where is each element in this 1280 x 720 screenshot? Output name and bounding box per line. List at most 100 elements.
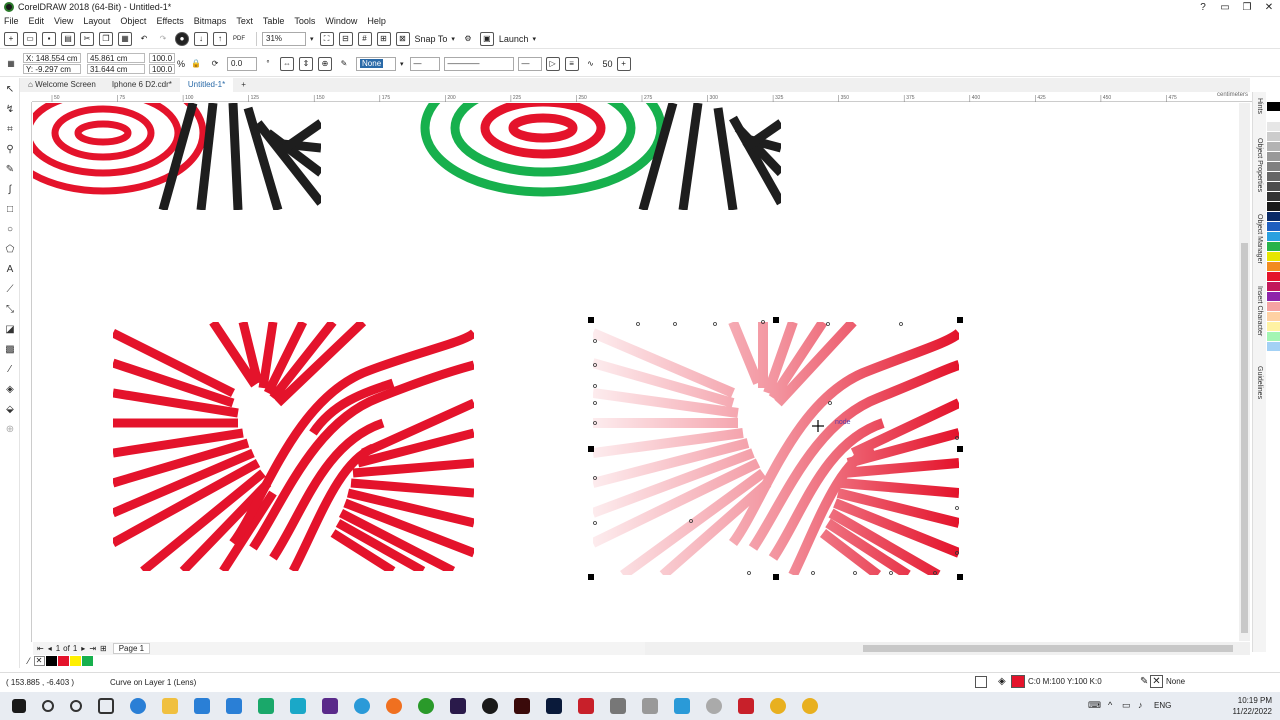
shape-tool-icon[interactable]: ↯: [3, 102, 17, 116]
gear-icon[interactable]: ⚙: [461, 32, 475, 46]
color-proofing-icon[interactable]: [975, 676, 987, 688]
y-position-field[interactable]: Y: -9.297 cm: [23, 64, 81, 74]
freehand-tool-icon[interactable]: ✎: [3, 162, 17, 176]
firefox-icon[interactable]: [386, 698, 402, 714]
acrobat-icon[interactable]: [578, 698, 594, 714]
snap-icon[interactable]: ⊠: [395, 31, 410, 46]
menu-edit[interactable]: Edit: [29, 16, 45, 26]
previous-page-icon[interactable]: ◂: [48, 644, 52, 653]
eyedropper-icon[interactable]: ⁄: [28, 656, 30, 666]
illustrator-icon[interactable]: [514, 698, 530, 714]
palette-swatch[interactable]: [1267, 332, 1280, 342]
pick-tool-icon[interactable]: ↖: [3, 82, 17, 96]
add-tool-icon[interactable]: ⊕: [3, 422, 17, 436]
chevron-up-icon[interactable]: ^: [1108, 700, 1112, 710]
wrap-text-icon[interactable]: ≡: [564, 56, 579, 71]
pdf-icon[interactable]: PDF: [232, 32, 246, 46]
premiere-icon[interactable]: [450, 698, 466, 714]
mirror-horizontal-icon[interactable]: ⇔: [280, 56, 295, 71]
artistic-media-icon[interactable]: ∫: [3, 182, 17, 196]
copy-icon[interactable]: ❐: [99, 31, 113, 46]
drop-shadow-icon[interactable]: ◪: [3, 322, 17, 336]
horizontal-ruler[interactable]: 50 75 100 125 150 175 200 225 250 275 300 325 350 375…: [32, 92, 1252, 102]
drawing-canvas[interactable]: node: [33, 103, 1239, 641]
minimize-button[interactable]: ▭: [1214, 0, 1236, 14]
edge-icon[interactable]: [130, 698, 146, 714]
pen-icon[interactable]: ✎: [337, 57, 351, 71]
palette-swatch[interactable]: [1267, 222, 1280, 232]
palette-swatch[interactable]: [1267, 262, 1280, 272]
tab-untitled[interactable]: Untitled-1*: [179, 78, 234, 92]
palette-swatch[interactable]: [1267, 202, 1280, 212]
palette-swatch[interactable]: [1267, 252, 1280, 262]
document-palette-swatch[interactable]: [69, 656, 81, 666]
app-green-icon[interactable]: [258, 698, 274, 714]
app-paper-icon[interactable]: [642, 698, 658, 714]
parallel-dimension-icon[interactable]: ⟋: [3, 282, 17, 296]
horizontal-scrollbar[interactable]: [645, 642, 1250, 655]
no-color-swatch[interactable]: ✕: [33, 656, 45, 666]
zoom-tool-icon[interactable]: ⚲: [3, 142, 17, 156]
fill-color-swatch[interactable]: [1011, 675, 1025, 688]
smart-fill-icon[interactable]: ⬙: [3, 402, 17, 416]
launch-icon[interactable]: ▣: [479, 31, 494, 46]
palette-swatch[interactable]: [1267, 272, 1280, 282]
zoom-level-combo[interactable]: 31%: [262, 31, 306, 46]
add-node-icon[interactable]: ⊕: [318, 56, 333, 71]
help-button[interactable]: ?: [1192, 0, 1214, 14]
file-explorer-icon[interactable]: [162, 698, 178, 714]
menu-layout[interactable]: Layout: [83, 16, 110, 26]
app-gray-icon[interactable]: [610, 698, 626, 714]
palette-swatch[interactable]: [1267, 92, 1280, 102]
add-page-icon[interactable]: ⊞: [100, 644, 107, 653]
show-guidelines-icon[interactable]: ⊞: [376, 31, 391, 46]
save-icon[interactable]: ▪: [42, 31, 56, 46]
app-arrow-icon[interactable]: [290, 698, 306, 714]
close-curve-icon[interactable]: ▷: [545, 56, 560, 71]
menu-view[interactable]: View: [54, 16, 73, 26]
tab-iphone-doc[interactable]: Iphone 6 D2.cdr*: [104, 78, 180, 92]
height-field[interactable]: 31.644 cm: [87, 64, 145, 74]
swirl-art-bottom-left[interactable]: [113, 322, 474, 571]
palette-swatch[interactable]: [1267, 292, 1280, 302]
app-edit-icon[interactable]: [674, 698, 690, 714]
palette-swatch[interactable]: [1267, 282, 1280, 292]
menu-text[interactable]: Text: [236, 16, 253, 26]
app-globe-icon[interactable]: [418, 698, 434, 714]
menu-bitmaps[interactable]: Bitmaps: [194, 16, 227, 26]
menu-tools[interactable]: Tools: [294, 16, 315, 26]
docker-tab-object-properties[interactable]: Object Properties: [1256, 138, 1263, 208]
palette-swatch[interactable]: [1267, 182, 1280, 192]
chevron-down-icon[interactable]: ▾: [400, 60, 404, 68]
open-icon[interactable]: ▭: [23, 31, 37, 46]
volume-icon[interactable]: ♪: [1138, 700, 1143, 710]
page-1-tab[interactable]: Page 1: [112, 643, 151, 654]
x-position-field[interactable]: X: 148.554 cm: [23, 53, 81, 63]
eyedropper-icon[interactable]: ⁄: [3, 362, 17, 376]
show-grid-icon[interactable]: #: [357, 31, 372, 46]
smoothing-icon[interactable]: ∿: [584, 57, 598, 71]
polygon-tool-icon[interactable]: ⬠: [3, 242, 17, 256]
palette-swatch[interactable]: [1267, 142, 1280, 152]
palette-swatch[interactable]: [1267, 152, 1280, 162]
scrollbar-thumb[interactable]: [1241, 243, 1248, 633]
task-view-icon[interactable]: [98, 698, 114, 714]
language-indicator[interactable]: ENG: [1154, 701, 1171, 710]
new-document-icon[interactable]: +: [4, 31, 18, 46]
document-palette-swatch[interactable]: [57, 656, 69, 666]
import-icon[interactable]: ↓: [194, 31, 208, 46]
first-page-icon[interactable]: ⇤: [37, 644, 44, 653]
app-disc-icon[interactable]: [706, 698, 722, 714]
plus-icon[interactable]: +: [616, 56, 631, 71]
lock-ratio-icon[interactable]: 🔒: [189, 57, 203, 71]
crop-tool-icon[interactable]: ⌗: [3, 122, 17, 136]
swirl-art-top-left[interactable]: [33, 103, 321, 210]
start-arrow-combo[interactable]: —: [409, 56, 440, 71]
vertical-scrollbar[interactable]: [1239, 103, 1250, 641]
palette-swatch[interactable]: [1267, 162, 1280, 172]
network-icon[interactable]: ▭: [1122, 700, 1131, 711]
palette-swatch[interactable]: [1267, 342, 1280, 352]
palette-swatch[interactable]: [1267, 212, 1280, 222]
full-screen-icon[interactable]: ⛶: [319, 31, 334, 46]
menu-object[interactable]: Object: [120, 16, 146, 26]
